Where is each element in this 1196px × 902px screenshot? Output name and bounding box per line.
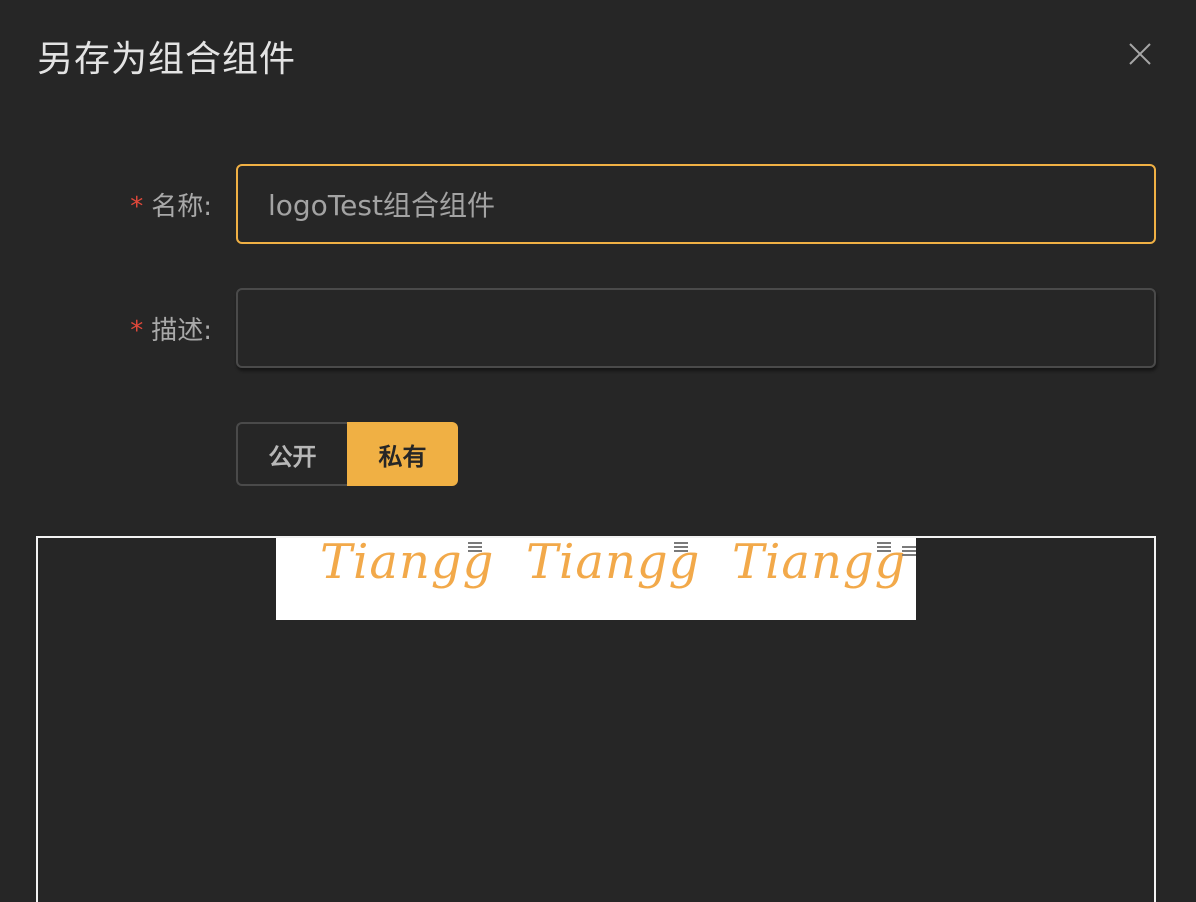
name-form-row: * 名称: xyxy=(0,164,1196,244)
private-option-button[interactable]: 私有 xyxy=(347,422,458,486)
description-label-text: 描述: xyxy=(151,316,212,346)
text-align-icon xyxy=(877,542,891,552)
visibility-toggle: 公开 私有 xyxy=(236,422,458,486)
save-as-combined-component-dialog: 另存为组合组件 *名称: *描述: 公开 私有 Tiangg Tiangg Ti… xyxy=(0,0,1196,902)
text-align-icon xyxy=(674,542,688,552)
description-input[interactable] xyxy=(236,288,1156,368)
description-form-row: * 描述: xyxy=(0,288,1196,368)
component-preview: Tiangg Tiangg Tiangg xyxy=(36,536,1156,902)
text-align-icon xyxy=(902,546,916,556)
logo-strip: Tiangg Tiangg Tiangg xyxy=(276,538,916,620)
required-mark: * xyxy=(130,192,144,222)
required-mark: * xyxy=(130,316,144,346)
dialog-title: 另存为组合组件 xyxy=(37,39,297,80)
text-align-icon xyxy=(468,542,482,552)
description-label: * 描述: xyxy=(130,310,212,347)
close-icon[interactable] xyxy=(1124,38,1156,70)
name-label: * 名称: xyxy=(130,186,212,223)
public-option-button[interactable]: 公开 xyxy=(236,422,347,486)
name-label-text: 名称: xyxy=(151,192,212,222)
name-input[interactable] xyxy=(236,164,1156,244)
